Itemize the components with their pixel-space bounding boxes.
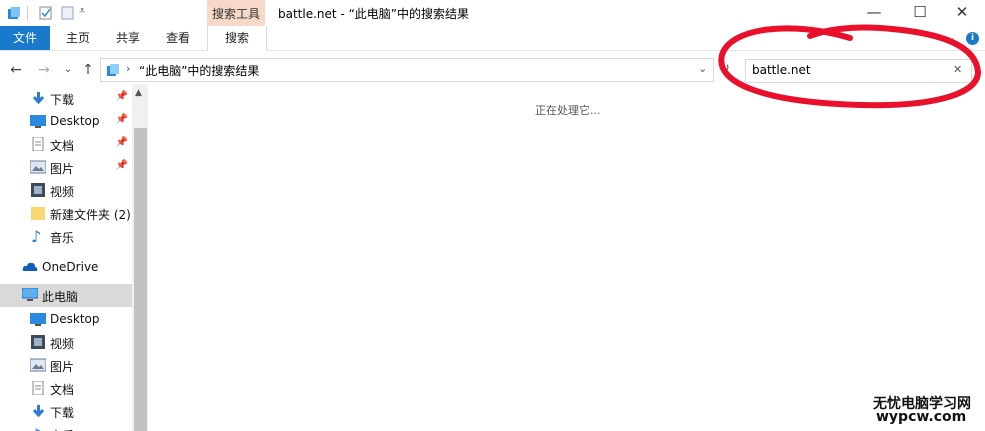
nav-item-label: 文档 — [50, 139, 75, 153]
nav-item-onedrive[interactable]: OneDrive — [0, 256, 132, 278]
nav-item-label: 图片 — [50, 360, 75, 374]
nav-item-pc-documents[interactable]: 文档 — [0, 377, 132, 399]
computer-icon — [21, 287, 39, 302]
nav-item-pc-pictures[interactable]: 图片 — [0, 354, 132, 376]
nav-item-this-pc[interactable]: 此电脑 — [0, 284, 132, 307]
qa-customize-icon[interactable]: ⩡ — [79, 4, 85, 18]
tab-share[interactable]: 共享 — [108, 26, 148, 50]
breadcrumb-chevron-icon[interactable]: › — [126, 62, 130, 75]
nav-scrollbar[interactable]: ▲ — [132, 84, 148, 431]
recent-locations-chevron-icon[interactable]: ⌄ — [58, 59, 78, 81]
nav-item-label: 文档 — [50, 383, 75, 397]
nav-item-label: 视频 — [50, 337, 75, 351]
explorer-app-icon — [7, 6, 21, 20]
music-icon: ♪ — [31, 425, 46, 431]
videos-icon — [31, 183, 46, 197]
nav-item-label: 视频 — [50, 185, 75, 199]
address-bar[interactable]: › “此电脑”中的搜索结果 ⌄ — [100, 58, 714, 82]
nav-item-documents[interactable]: 文档 📌 — [0, 133, 132, 155]
red-annotation-scribble — [718, 24, 982, 109]
nav-item-downloads[interactable]: 下载 📌 — [0, 87, 132, 109]
navigation-pane: 下载 📌 Desktop 📌 文档 📌 图片 📌 视频 新建文件夹 (2) ♪ … — [0, 84, 148, 431]
nav-item-pc-videos[interactable]: 视频 — [0, 331, 132, 353]
nav-item-label: Desktop — [50, 114, 100, 128]
nav-item-new-folder[interactable]: 新建文件夹 (2) — [0, 202, 132, 224]
nav-item-label: 此电脑 — [42, 290, 79, 304]
nav-item-pc-downloads[interactable]: 下载 — [0, 400, 132, 422]
desktop-icon — [30, 114, 46, 128]
nav-item-label: 图片 — [50, 162, 75, 176]
nav-item-music[interactable]: ♪ 音乐 — [0, 225, 132, 247]
folder-icon — [31, 206, 46, 220]
pictures-icon — [29, 358, 47, 372]
nav-item-desktop[interactable]: Desktop 📌 — [0, 110, 132, 132]
nav-item-label: Desktop — [50, 312, 100, 326]
nav-item-pc-music[interactable]: ♪ 音乐 — [0, 423, 132, 431]
desktop-icon — [30, 312, 46, 326]
back-arrow-icon[interactable]: ← — [6, 59, 26, 81]
music-icon: ♪ — [31, 227, 42, 246]
watermark-url: wypcw.com — [876, 409, 967, 425]
search-location-icon — [106, 63, 120, 80]
pin-icon[interactable]: 📌 — [116, 91, 128, 102]
download-icon — [31, 404, 46, 418]
tab-home[interactable]: 主页 — [58, 26, 98, 50]
pin-icon[interactable]: 📌 — [116, 160, 128, 171]
pin-icon[interactable]: 📌 — [116, 114, 128, 125]
nav-item-label: OneDrive — [42, 260, 99, 274]
nav-item-label: 下载 — [50, 406, 75, 420]
new-folder-icon[interactable] — [61, 6, 75, 20]
document-icon — [31, 380, 46, 396]
document-icon — [31, 136, 46, 152]
qa-divider — [27, 6, 28, 20]
breadcrumb[interactable]: “此电脑”中的搜索结果 — [139, 62, 259, 79]
scroll-thumb[interactable] — [134, 128, 147, 431]
scroll-up-icon[interactable]: ▲ — [135, 88, 142, 98]
forward-arrow-icon[interactable]: → — [34, 59, 54, 81]
properties-icon[interactable] — [39, 6, 53, 20]
pin-icon[interactable]: 📌 — [116, 137, 128, 148]
download-icon — [31, 91, 46, 105]
onedrive-cloud-icon — [22, 260, 38, 274]
nav-item-label: 下载 — [50, 93, 75, 107]
nav-item-pc-desktop[interactable]: Desktop — [0, 308, 132, 330]
nav-item-label: 音乐 — [50, 231, 75, 245]
tab-view[interactable]: 查看 — [158, 26, 198, 50]
search-tools-context-tab: 搜索工具 — [207, 0, 265, 26]
pictures-icon — [29, 160, 47, 174]
nav-item-videos[interactable]: 视频 — [0, 179, 132, 201]
status-message: 正在处理它... — [535, 104, 601, 117]
window-title: battle.net - “此电脑”中的搜索结果 — [278, 7, 469, 21]
tab-search[interactable]: 搜索 — [207, 26, 267, 51]
nav-item-pictures[interactable]: 图片 📌 — [0, 156, 132, 178]
videos-icon — [31, 335, 46, 349]
tab-file[interactable]: 文件 — [0, 26, 50, 50]
nav-item-label: 新建文件夹 (2) — [50, 208, 131, 222]
up-arrow-icon[interactable]: ↑ — [78, 59, 98, 81]
nav-item-label: 音乐 — [50, 427, 74, 431]
